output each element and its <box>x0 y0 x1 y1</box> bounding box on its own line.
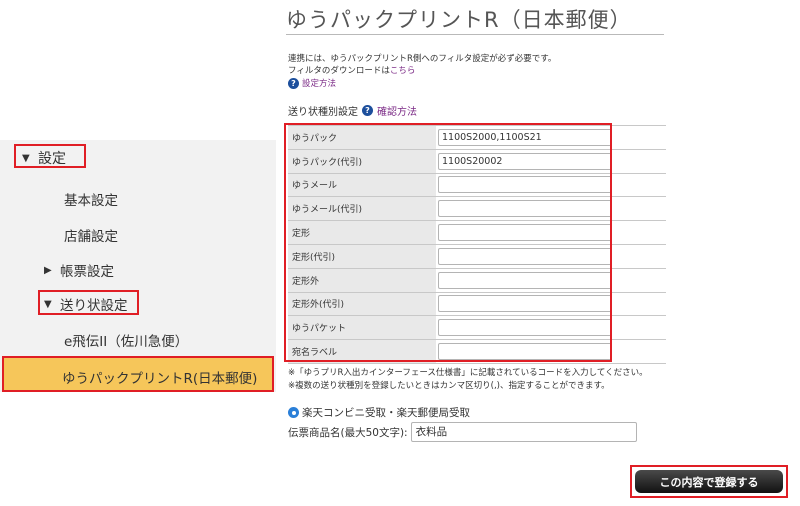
collapsed-triangle-icon: ▶ <box>44 264 52 276</box>
sidebar-item-e-hiden[interactable]: e飛伝II（佐川急便） <box>64 330 188 350</box>
sidebar-item-forms-label: 帳票設定 <box>60 264 114 280</box>
sidebar-item-settings[interactable]: ▼ 設定 <box>22 148 66 168</box>
sidebar-item-basic-label: 基本設定 <box>64 193 118 209</box>
expanded-triangle-icon: ▼ <box>22 152 30 164</box>
item-name-label: 伝票商品名(最大50文字): <box>288 426 408 439</box>
page-title: ゆうパックプリントR（日本郵便） <box>286 8 632 32</box>
footnote-code: ※「ゆうプリR入出カインターフェース仕様書」に記載されているコードを入力してくだ… <box>288 368 648 378</box>
help-icon: ? <box>288 77 299 89</box>
radio-rakuten-pickup[interactable]: 楽天コンビニ受取・楽天郵便局受取 <box>288 405 470 420</box>
sidebar-item-settings-label: 設定 <box>38 151 66 167</box>
item-name-row: 伝票商品名(最大50文字): 衣料品 <box>288 422 637 442</box>
title-divider <box>286 34 664 35</box>
expanded-triangle-icon: ▼ <box>44 298 52 310</box>
sidebar-item-shipping-label: 送り状設定 <box>60 298 128 314</box>
confirm-method-link[interactable]: 確認方法 <box>377 103 417 118</box>
sidebar-item-yupack[interactable]: ゆうパックプリントR(日本郵便) <box>2 356 274 392</box>
setup-method-link[interactable]: 設定方法 <box>302 77 336 89</box>
section-heading: 送り状種別設定 ? 確認方法 <box>288 103 417 118</box>
table-highlight <box>284 123 612 362</box>
integration-note: 連携には、ゆうパックプリントR側へのフィルタ設定が必ず必要です。 <box>288 54 557 64</box>
sidebar <box>0 140 276 392</box>
filter-download-text: フィルタのダウンロードは <box>288 66 390 76</box>
sidebar-item-store-label: 店舗設定 <box>64 229 118 245</box>
sidebar-item-e-hiden-label: e飛伝II（佐川急便） <box>64 334 189 350</box>
radio-selected-icon[interactable] <box>288 407 299 418</box>
footnote-comma: ※複数の送り状種別を登録したいときはカンマ区切り(,)、指定することができます。 <box>288 381 610 391</box>
sidebar-item-forms[interactable]: ▶ 帳票設定 <box>44 260 114 280</box>
sidebar-item-yupack-label: ゆうパックプリントR(日本郵便) <box>62 371 258 387</box>
register-button[interactable]: この内容で登録する <box>635 470 783 493</box>
submit-highlight: この内容で登録する <box>630 465 788 498</box>
filter-download-link[interactable]: こちら <box>390 66 416 76</box>
help-icon: ? <box>362 105 373 116</box>
sidebar-item-store[interactable]: 店舗設定 <box>64 225 118 245</box>
item-name-input[interactable]: 衣料品 <box>410 422 637 442</box>
sidebar-item-shipping[interactable]: ▼ 送り状設定 <box>44 294 128 314</box>
section-heading-label: 送り状種別設定 <box>288 107 358 118</box>
sidebar-item-basic[interactable]: 基本設定 <box>64 189 118 209</box>
radio-rakuten-pickup-label: 楽天コンビニ受取・楽天郵便局受取 <box>302 407 470 419</box>
setup-help: ? 設定方法 <box>288 77 336 89</box>
filter-download-note: フィルタのダウンロードはこちら <box>288 64 415 76</box>
